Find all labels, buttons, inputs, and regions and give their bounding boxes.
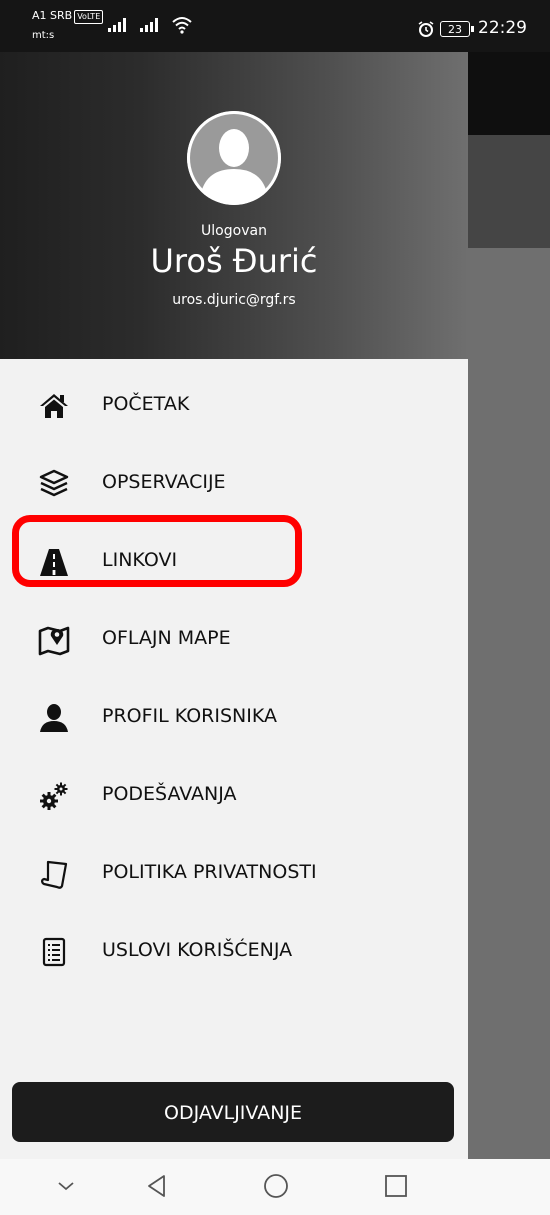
carrier-label: A1 SRB VoLTE <box>32 9 104 24</box>
logout-button[interactable]: ODJAVLJIVANJE <box>12 1082 454 1142</box>
layers-icon <box>39 469 69 497</box>
home-icon <box>40 394 68 418</box>
app-subbar <box>468 135 550 248</box>
drawer-header: Ulogovan Uroš Đurić uros.djuric@rgf.rs <box>0 52 468 359</box>
highlight-box <box>12 515 302 587</box>
map-pin-icon <box>38 626 70 656</box>
menu-item-label: PODEŠAVANJA <box>102 783 237 805</box>
gears-icon <box>40 782 68 810</box>
clock: 22:29 <box>478 18 527 38</box>
menu-item-profil-korisnika[interactable]: PROFIL KORISNIKA <box>0 687 468 747</box>
system-nav-bar <box>0 1159 550 1215</box>
menu-item-uslovi-koriscenja[interactable]: USLOVI KORIŠĆENJA <box>0 921 468 981</box>
app-toolbar <box>468 52 550 135</box>
home-nav-icon[interactable] <box>261 1171 291 1201</box>
menu-item-politika-privatnosti[interactable]: POLITIKA PRIVATNOSTI <box>0 843 468 903</box>
drawer-scrim[interactable] <box>468 52 550 1159</box>
menu-item-oflajn-mape[interactable]: OFLAJN MAPE <box>0 609 468 669</box>
menu-item-label: OPSERVACIJE <box>102 471 226 493</box>
user-name: Uroš Đurić <box>150 242 318 280</box>
user-email: uros.djuric@rgf.rs <box>172 292 296 308</box>
volte-badge: VoLTE <box>74 10 104 24</box>
menu-item-opservacije[interactable]: OPSERVACIJE <box>0 453 468 513</box>
document-icon <box>41 860 68 889</box>
menu-item-pocetak[interactable]: POČETAK <box>0 375 468 435</box>
navigation-drawer: Ulogovan Uroš Đurić uros.djuric@rgf.rs P… <box>0 52 468 1159</box>
menu-item-label: USLOVI KORIŠĆENJA <box>102 939 293 961</box>
signal2-icon <box>140 18 158 32</box>
chevron-down-icon[interactable] <box>51 1171 81 1201</box>
carrier2-label: mt:s <box>32 30 55 41</box>
recents-icon[interactable] <box>381 1171 411 1201</box>
login-status-label: Ulogovan <box>201 223 267 239</box>
alarm-icon <box>418 21 434 37</box>
status-bar: A1 SRB VoLTE mt:s 23 22:29 <box>0 0 550 52</box>
list-icon <box>42 937 66 967</box>
avatar <box>187 111 281 205</box>
menu-item-label: POČETAK <box>102 393 190 415</box>
signal-icon <box>108 18 126 32</box>
battery-icon: 23 <box>440 21 474 37</box>
menu-item-podesavanja[interactable]: PODEŠAVANJA <box>0 765 468 825</box>
menu-item-label: POLITIKA PRIVATNOSTI <box>102 861 317 883</box>
menu-item-label: OFLAJN MAPE <box>102 627 231 649</box>
user-silhouette-icon <box>187 111 281 205</box>
carrier-name: A1 SRB <box>32 9 73 22</box>
back-icon[interactable] <box>142 1171 172 1201</box>
menu-item-label: PROFIL KORISNIKA <box>102 705 277 727</box>
wifi-icon <box>172 17 192 34</box>
user-icon <box>40 704 68 732</box>
